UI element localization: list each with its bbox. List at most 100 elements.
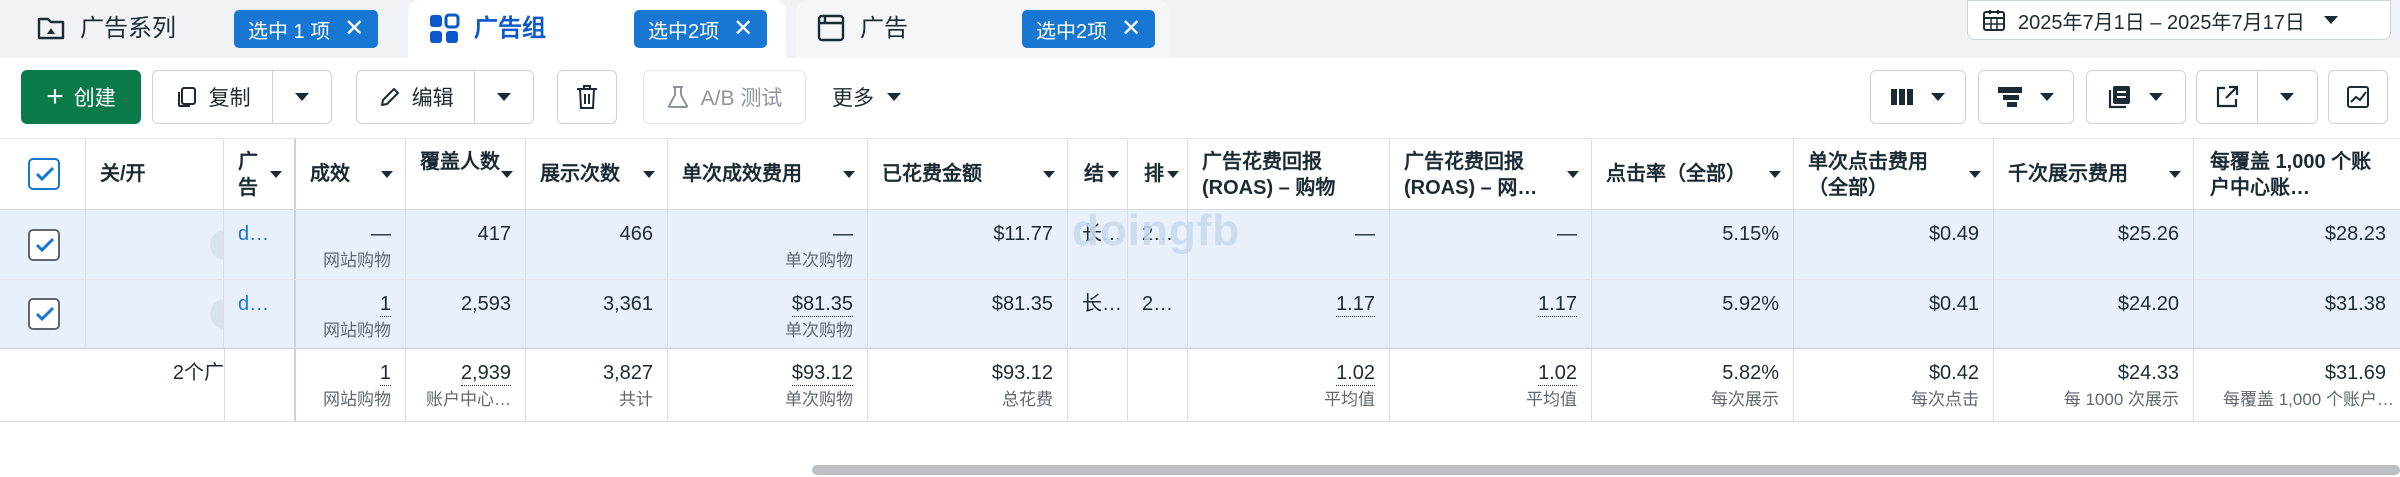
selection-pill[interactable]: 选中2项 ✕	[1022, 10, 1156, 48]
ab-test-button[interactable]: A/B 测试	[643, 70, 806, 124]
tab-ads[interactable]: 广告 选中2项 ✕	[796, 0, 1170, 58]
column-header-cost-per-result[interactable]: 单次成效费用	[668, 139, 868, 209]
ad-toggle[interactable]	[210, 299, 223, 329]
delete-button[interactable]	[557, 70, 617, 124]
totals-impressions-value: 3,827	[602, 362, 653, 384]
caret-down-icon	[294, 92, 310, 102]
column-header-label: 单次点击费用（全部）	[1808, 151, 1928, 199]
ctr-value: 5.92%	[1722, 293, 1779, 315]
more-button[interactable]: 更多	[832, 70, 902, 124]
ad-toggle[interactable]	[210, 230, 223, 260]
charts-button[interactable]	[2328, 70, 2388, 124]
results-value[interactable]: 1	[379, 292, 391, 317]
table-row[interactable]: d… 1 网站购物 2,593 3,361 $81.35 单次购物 $81.35 长…	[0, 280, 2400, 348]
totals-reach-value[interactable]: 2,939	[460, 361, 511, 386]
column-header-label: 千次展示费用	[2008, 163, 2128, 185]
breakdown-button[interactable]	[1978, 70, 2074, 124]
tab-label: 广告	[860, 15, 908, 42]
column-header-amount-spent[interactable]: 已花费金额	[868, 139, 1068, 209]
column-header-cpm[interactable]: 千次展示费用	[1994, 139, 2194, 209]
totals-roas-purchase-cell: 1.02 平均值	[1188, 349, 1390, 421]
selection-count: 选中2项	[648, 20, 720, 43]
caret-down-icon	[886, 92, 902, 102]
cost-per-1000-cell: $28.23	[2194, 210, 2400, 279]
column-header-cpc[interactable]: 单次点击费用（全部）	[1794, 139, 1994, 209]
impressions-cell: 3,361	[526, 280, 668, 347]
row-checkbox[interactable]	[28, 298, 60, 330]
ad-name-link[interactable]: d…	[238, 292, 269, 316]
export-dropdown[interactable]	[2257, 71, 2317, 123]
totals-cost-per-result-value[interactable]: $93.12	[791, 361, 853, 386]
edit-button[interactable]: 编辑	[357, 71, 474, 123]
create-button[interactable]: + 创建	[21, 70, 141, 124]
column-header-ad[interactable]: 广告	[224, 139, 296, 209]
amount-spent-cell: $11.77	[868, 210, 1068, 279]
column-header-narrow-2[interactable]: 排	[1128, 139, 1188, 209]
totals-roas-web-cell: 1.02 平均值	[1390, 349, 1592, 421]
roas-web-value[interactable]: 1.17	[1538, 292, 1577, 317]
totals-cpc-subtext: 每次点击	[1911, 390, 1979, 409]
export-button-group	[2196, 70, 2318, 124]
narrow-value-1: 长…	[1082, 293, 1122, 315]
column-header-reach[interactable]: 覆盖人数	[406, 139, 526, 209]
totals-roas-web-value[interactable]: 1.02	[1538, 361, 1577, 386]
sort-icon	[501, 171, 513, 178]
columns-button[interactable]	[1870, 70, 1966, 124]
copy-dropdown[interactable]	[273, 71, 331, 123]
reach-cell: 417	[406, 210, 526, 279]
column-header-narrow-1[interactable]: 结	[1068, 139, 1128, 209]
export-button[interactable]	[2197, 71, 2257, 123]
column-header-label: 广告	[238, 151, 258, 199]
watermark: doingfb	[1072, 206, 1241, 255]
select-all-cell	[0, 139, 86, 209]
column-header-results[interactable]: 成效	[296, 139, 406, 209]
cpm-cell: $24.20	[1994, 280, 2194, 347]
tab-campaigns[interactable]: 广告系列 选中 1 项 ✕	[0, 0, 400, 58]
horizontal-scrollbar[interactable]	[812, 465, 2400, 475]
selection-pill[interactable]: 选中2项 ✕	[634, 10, 768, 48]
totals-roas-web-subtext: 平均值	[1526, 390, 1577, 409]
column-header-ctr[interactable]: 点击率（全部）	[1592, 139, 1794, 209]
column-header-impressions[interactable]: 展示次数	[526, 139, 668, 209]
totals-roas-purchase-subtext: 平均值	[1324, 390, 1375, 409]
cpm-value: $25.26	[2117, 223, 2179, 245]
totals-ad-cell	[224, 349, 296, 421]
reach-value: 2,593	[460, 293, 511, 315]
selection-pill[interactable]: 选中 1 项 ✕	[234, 10, 379, 48]
column-header-toggle[interactable]: 关/开	[86, 139, 224, 209]
edit-dropdown[interactable]	[475, 71, 533, 123]
cost-per-result-value[interactable]: $81.35	[791, 292, 853, 317]
column-header-label: 关/开	[100, 163, 146, 185]
column-header-label: 广告花费回报 (ROAS) – 网…	[1404, 151, 1538, 199]
totals-reach-subtext: 账户中心…	[426, 390, 511, 409]
totals-ctr-value: 5.82%	[1722, 362, 1779, 384]
totals-impressions-subtext: 共计	[619, 390, 653, 409]
impressions-cell: 466	[526, 210, 668, 279]
tab-adsets[interactable]: 广告组 选中2项 ✕	[408, 0, 786, 58]
column-header-roas-purchase[interactable]: 广告花费回报 (ROAS) – 购物	[1188, 139, 1390, 209]
amount-spent-cell: $81.35	[868, 280, 1068, 347]
sort-icon	[843, 171, 855, 178]
roas-purchase-value[interactable]: 1.17	[1336, 292, 1375, 317]
copy-button[interactable]: 复制	[153, 71, 272, 123]
totals-results-value[interactable]: 1	[379, 361, 391, 386]
totals-cost-per-result-subtext: 单次购物	[785, 390, 853, 409]
totals-row: 2个广 1 网站购物 2,939 账户中心… 3,827 共计 $93.12 单次购物 …	[0, 348, 2400, 422]
ad-name-link[interactable]: d…	[238, 222, 269, 246]
row-checkbox[interactable]	[28, 229, 60, 261]
date-range-picker[interactable]: 2025年7月1日 – 2025年7月17日	[1967, 0, 2391, 40]
totals-cost-per-1000-subtext: 每覆盖 1,000 个账户…	[2223, 390, 2394, 409]
totals-amount-spent-cell: $93.12 总花费	[868, 349, 1068, 421]
reports-button[interactable]	[2086, 70, 2186, 124]
results-value: —	[371, 223, 391, 245]
close-icon[interactable]: ✕	[1121, 17, 1141, 41]
column-header-label: 排	[1144, 163, 1164, 185]
totals-cpm-cell: $24.33 每 1000 次展示	[1994, 349, 2194, 421]
select-all-checkbox[interactable]	[28, 158, 60, 190]
results-subtext: 网站购物	[323, 251, 391, 270]
column-header-roas-web[interactable]: 广告花费回报 (ROAS) – 网…	[1390, 139, 1592, 209]
close-icon[interactable]: ✕	[344, 17, 364, 41]
totals-roas-purchase-value[interactable]: 1.02	[1336, 361, 1375, 386]
column-header-cost-per-1000[interactable]: 每覆盖 1,000 个账户中心账…	[2194, 139, 2400, 209]
close-icon[interactable]: ✕	[733, 17, 753, 41]
